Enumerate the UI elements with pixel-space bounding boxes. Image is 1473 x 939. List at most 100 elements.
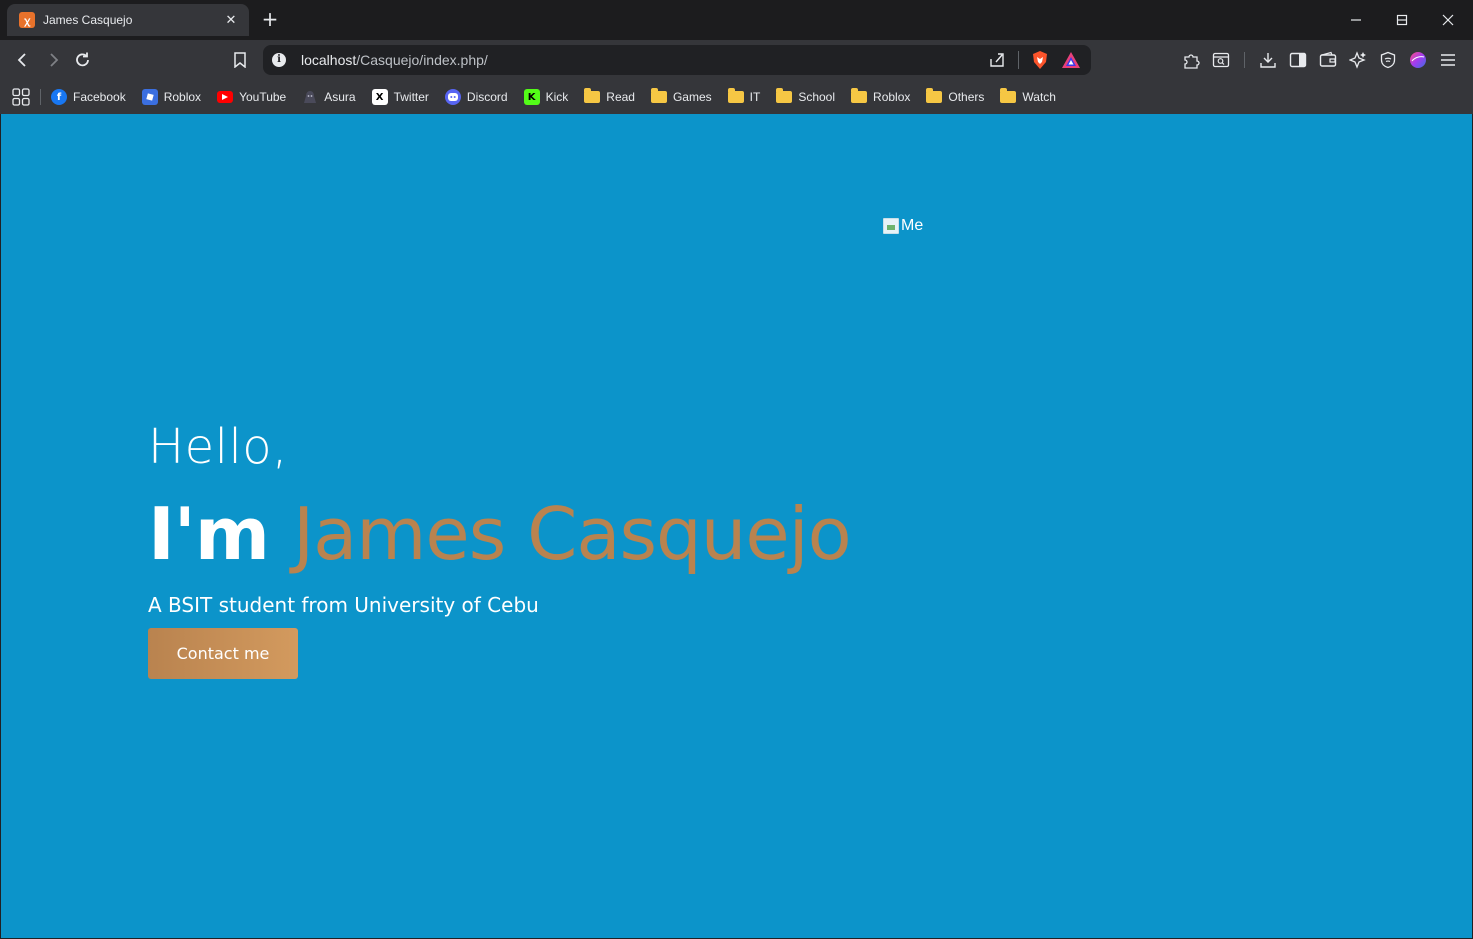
bookmark-asura[interactable]: Asura	[302, 89, 356, 105]
bookmark-folder-others[interactable]: Others	[926, 88, 985, 104]
intro-name: James Casquejo	[292, 492, 852, 576]
menu-button[interactable]	[1438, 50, 1458, 70]
bookmark-youtube[interactable]: YouTube	[217, 90, 286, 104]
url-path: /Casquejo/index.php/	[356, 52, 488, 68]
sparkle-icon	[1349, 51, 1366, 69]
reload-button[interactable]	[71, 48, 95, 72]
bookmark-folder-games[interactable]: Games	[650, 88, 712, 104]
download-icon	[1260, 53, 1276, 68]
sidebar-icon	[1289, 52, 1307, 68]
image-alt-text: Me	[901, 217, 924, 234]
bookmarks-bar: f Facebook Roblox YouTube Asura X Twitte…	[0, 80, 1473, 114]
folder-icon	[851, 88, 868, 103]
bookmark-button[interactable]	[228, 48, 252, 72]
bookmark-folder-roblox[interactable]: Roblox	[851, 88, 911, 104]
folder-icon	[727, 88, 744, 103]
folder-icon	[776, 88, 793, 103]
new-tab-button[interactable]: +	[259, 8, 281, 30]
brave-rewards-icon[interactable]	[1061, 51, 1081, 69]
tab-active[interactable]: ꭓ James Casquejo ✕	[7, 4, 249, 36]
intro-prefix: I'm	[148, 492, 270, 576]
maximize-icon	[1396, 14, 1408, 26]
tab-search-button[interactable]	[1211, 50, 1231, 70]
discord-icon	[444, 89, 461, 105]
facebook-icon: f	[51, 89, 67, 105]
bookmark-label: School	[798, 90, 836, 104]
bookmark-label: Watch	[1022, 90, 1056, 104]
bookmarks-divider	[40, 89, 41, 105]
bookmark-roblox[interactable]: Roblox	[141, 89, 202, 105]
vpn-shield-icon	[1380, 51, 1396, 69]
kick-icon: K	[523, 89, 540, 105]
bookmark-label: Kick	[545, 90, 569, 104]
extensions-button[interactable]	[1181, 50, 1201, 70]
x-icon: X	[371, 89, 388, 105]
toolbar: i localhost/Casquejo/index.php/	[0, 40, 1473, 80]
maximize-button-ctl[interactable]	[1379, 0, 1425, 40]
wallet-icon	[1319, 51, 1337, 67]
bookmark-folder-school[interactable]: School	[776, 88, 836, 104]
folder-icon	[650, 88, 667, 103]
apps-grid-icon[interactable]	[12, 88, 30, 106]
forward-arrow-icon	[50, 53, 59, 67]
bookmark-label: Facebook	[73, 90, 126, 104]
bookmark-label: Roblox	[873, 90, 911, 104]
bookmark-label: IT	[749, 90, 761, 104]
intro-heading: I'm James Casquejo	[148, 492, 852, 576]
toolbar-divider	[1244, 52, 1245, 68]
brave-shields-icon[interactable]	[1031, 50, 1049, 70]
share-icon[interactable]	[988, 51, 1006, 69]
roblox-icon	[141, 89, 158, 105]
leo-ai-button[interactable]	[1348, 50, 1368, 70]
xampp-icon: ꭓ	[19, 12, 35, 28]
site-info-icon[interactable]: i	[272, 53, 286, 67]
address-bar-actions	[988, 50, 1081, 70]
bookmark-folder-read[interactable]: Read	[584, 88, 635, 104]
url-host: localhost	[301, 52, 357, 68]
avatar	[1410, 52, 1426, 68]
bookmark-folder-it[interactable]: IT	[727, 88, 761, 104]
asura-icon	[302, 89, 318, 105]
folder-icon	[926, 88, 943, 103]
bookmark-label: Games	[672, 90, 712, 104]
profile-button[interactable]	[1408, 50, 1428, 70]
contact-me-button[interactable]: Contact me	[148, 628, 298, 679]
minimize-icon	[1351, 19, 1361, 21]
reload-icon	[76, 52, 89, 67]
downloads-button[interactable]	[1258, 50, 1278, 70]
back-arrow-icon	[17, 53, 26, 67]
minimize-button-ctl[interactable]	[1333, 0, 1379, 40]
address-bar[interactable]: i localhost/Casquejo/index.php/	[263, 45, 1091, 75]
page-viewport: Me Hello, I'm James Casquejo A BSIT stud…	[1, 114, 1472, 938]
profile-image-broken: Me	[883, 217, 923, 235]
bookmark-twitter[interactable]: X Twitter	[371, 89, 429, 105]
sidebar-button[interactable]	[1288, 50, 1308, 70]
tab-title: James Casquejo	[43, 13, 133, 27]
back-button[interactable]	[11, 48, 35, 72]
bookmark-label: Others	[948, 90, 985, 104]
bookmark-label: Roblox	[163, 90, 202, 104]
url-text[interactable]: localhost/Casquejo/index.php/	[301, 52, 488, 68]
bookmark-label: Discord	[466, 90, 508, 104]
bookmark-label: Twitter	[393, 90, 429, 104]
tab-strip: ꭓ James Casquejo ✕ +	[0, 0, 1473, 40]
youtube-icon	[217, 91, 234, 103]
bookmark-facebook[interactable]: f Facebook	[51, 89, 126, 105]
bookmark-icon	[234, 52, 246, 68]
broken-image-icon	[883, 218, 899, 234]
close-tab-icon[interactable]: ✕	[223, 12, 239, 28]
subtitle: A BSIT student from University of Cebu	[148, 593, 539, 617]
bookmark-label: YouTube	[239, 90, 287, 104]
bookmark-kick[interactable]: K Kick	[523, 89, 569, 105]
vpn-button[interactable]	[1378, 50, 1398, 70]
divider	[1018, 51, 1019, 69]
folder-icon	[584, 88, 601, 103]
forward-button[interactable]	[41, 48, 65, 72]
wallet-button[interactable]	[1318, 50, 1338, 70]
folder-icon	[1000, 88, 1017, 103]
bookmark-folder-watch[interactable]: Watch	[1000, 88, 1056, 104]
bookmark-label: Asura	[324, 90, 356, 104]
browser-window: ꭓ James Casquejo ✕ + i localhost/Casquej…	[0, 0, 1473, 939]
bookmark-discord[interactable]: Discord	[444, 89, 508, 105]
close-window-button[interactable]	[1425, 0, 1471, 40]
